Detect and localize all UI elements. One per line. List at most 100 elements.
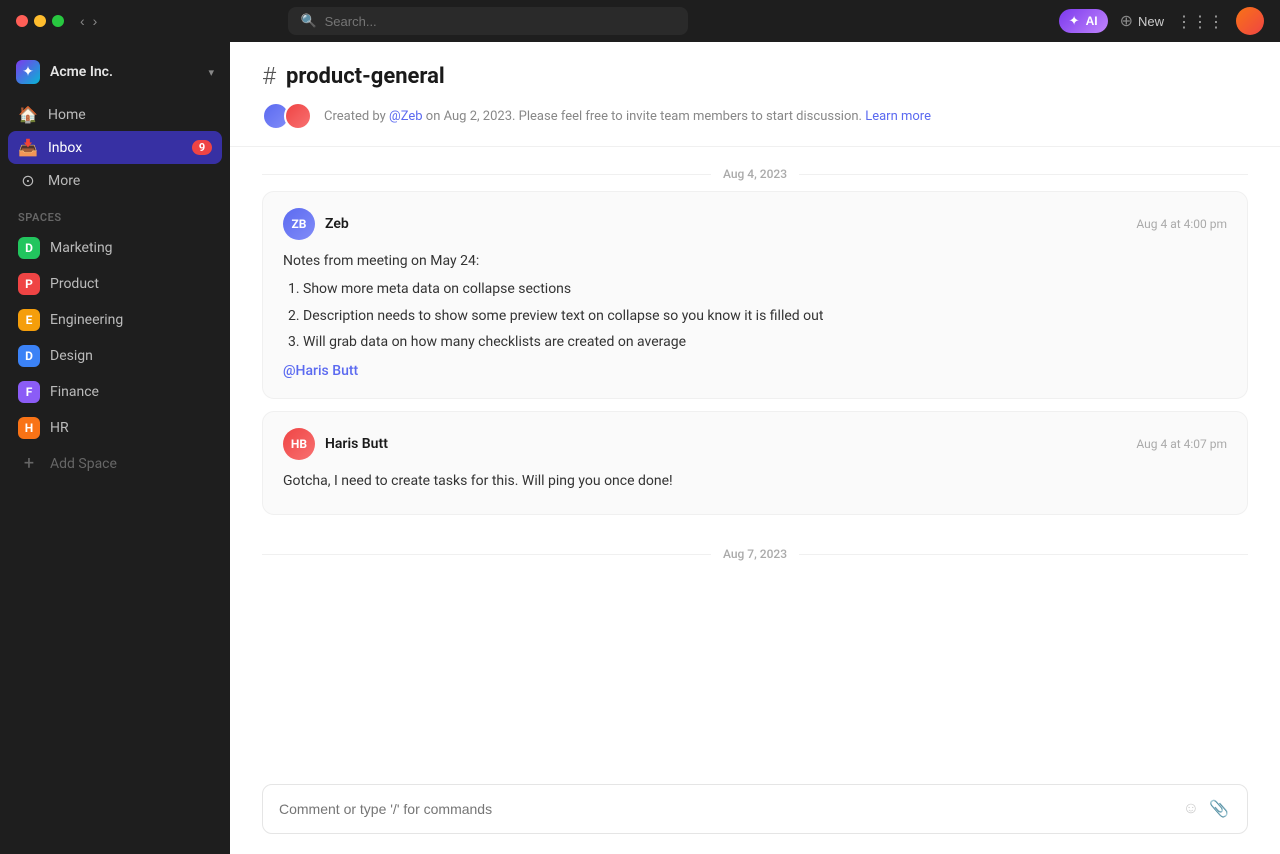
divider-line bbox=[262, 554, 711, 555]
message-card-zeb: ZB Zeb Aug 4 at 4:00 pm Notes from meeti… bbox=[262, 191, 1248, 399]
message-header: HB Haris Butt Aug 4 at 4:07 pm bbox=[283, 428, 1227, 460]
sidebar-item-more[interactable]: ⊙ More bbox=[8, 164, 222, 197]
message-intro: Notes from meeting on May 24: bbox=[283, 250, 1227, 272]
sidebar-item-inbox[interactable]: 📥 Inbox 9 bbox=[8, 131, 222, 164]
app-body: ✦ Acme Inc. ▾ 🏠 Home 📥 Inbox 9 ⊙ More Sp… bbox=[0, 42, 1280, 854]
plus-icon: + bbox=[18, 453, 40, 474]
space-badge-product: P bbox=[18, 273, 40, 295]
minimize-dot[interactable] bbox=[34, 15, 46, 27]
message-header: ZB Zeb Aug 4 at 4:00 pm bbox=[283, 208, 1227, 240]
titlebar: ‹ › 🔍 ✦ AI ⊕ New ⋮⋮⋮ bbox=[0, 0, 1280, 42]
hash-icon: # bbox=[262, 62, 276, 90]
user-avatar[interactable] bbox=[1236, 7, 1264, 35]
space-badge-hr: H bbox=[18, 417, 40, 439]
maximize-dot[interactable] bbox=[52, 15, 64, 27]
more-icon: ⊙ bbox=[18, 171, 38, 190]
sidebar-item-finance[interactable]: F Finance bbox=[8, 374, 222, 410]
sidebar-item-label: More bbox=[48, 173, 212, 189]
message-author: ZB Zeb bbox=[283, 208, 349, 240]
list-item: Will grab data on how many checklists ar… bbox=[303, 331, 1227, 353]
ai-button[interactable]: ✦ AI bbox=[1059, 9, 1108, 33]
titlebar-right: ✦ AI ⊕ New ⋮⋮⋮ bbox=[1059, 7, 1264, 35]
sidebar-item-label: Inbox bbox=[48, 140, 182, 156]
message-list: Show more meta data on collapse sections… bbox=[283, 278, 1227, 353]
space-label-finance: Finance bbox=[50, 384, 99, 400]
comment-input[interactable] bbox=[279, 801, 1171, 817]
date-label: Aug 4, 2023 bbox=[723, 167, 787, 181]
sidebar-item-hr[interactable]: H HR bbox=[8, 410, 222, 446]
description-mention[interactable]: @Zeb bbox=[389, 109, 423, 124]
workspace-header[interactable]: ✦ Acme Inc. ▾ bbox=[0, 54, 230, 98]
date-divider-aug4: Aug 4, 2023 bbox=[262, 147, 1248, 191]
space-label-product: Product bbox=[50, 276, 99, 292]
description-middle: on Aug 2, 2023. Please feel free to invi… bbox=[423, 109, 862, 124]
author-name: Zeb bbox=[325, 216, 349, 232]
chevron-down-icon: ▾ bbox=[208, 66, 214, 79]
member-avatars bbox=[262, 102, 312, 130]
comment-area: ☺ 📎 bbox=[230, 768, 1280, 854]
inbox-icon: 📥 bbox=[18, 138, 38, 157]
spaces-section-title: Spaces bbox=[0, 197, 230, 230]
message-time: Aug 4 at 4:07 pm bbox=[1136, 437, 1227, 451]
divider-line bbox=[799, 174, 1248, 175]
comment-input-box: ☺ 📎 bbox=[262, 784, 1248, 834]
channel-description: Created by @Zeb on Aug 2, 2023. Please f… bbox=[324, 109, 931, 124]
close-dot[interactable] bbox=[16, 15, 28, 27]
add-space-button[interactable]: + Add Space bbox=[8, 446, 222, 481]
channel-title-row: # product-general bbox=[262, 62, 1248, 90]
attach-button[interactable]: 📎 bbox=[1207, 797, 1231, 821]
space-label-engineering: Engineering bbox=[50, 312, 123, 328]
main-content: # product-general Created by @Zeb on Aug… bbox=[230, 42, 1280, 854]
search-bar[interactable]: 🔍 bbox=[288, 7, 688, 35]
description-prefix: Created by bbox=[324, 109, 389, 124]
plus-icon: ⊕ bbox=[1120, 11, 1133, 31]
emoji-button[interactable]: ☺ bbox=[1181, 798, 1201, 820]
sidebar-item-product[interactable]: P Product bbox=[8, 266, 222, 302]
search-icon: 🔍 bbox=[300, 14, 316, 29]
channel-members: Created by @Zeb on Aug 2, 2023. Please f… bbox=[262, 102, 1248, 130]
space-badge-finance: F bbox=[18, 381, 40, 403]
learn-more-link[interactable]: Learn more bbox=[865, 109, 931, 124]
new-button[interactable]: ⊕ New bbox=[1120, 11, 1164, 31]
sidebar-item-home[interactable]: 🏠 Home bbox=[8, 98, 222, 131]
spaces-list: D Marketing P Product E Engineering D De… bbox=[0, 230, 230, 446]
space-label-design: Design bbox=[50, 348, 93, 364]
sidebar-item-engineering[interactable]: E Engineering bbox=[8, 302, 222, 338]
logo-icon: ✦ bbox=[22, 64, 34, 80]
back-arrow[interactable]: ‹ bbox=[80, 13, 85, 29]
space-label-hr: HR bbox=[50, 420, 69, 436]
date-divider-aug7: Aug 7, 2023 bbox=[262, 527, 1248, 571]
comment-actions: ☺ 📎 bbox=[1181, 797, 1231, 821]
grid-icon[interactable]: ⋮⋮⋮ bbox=[1176, 12, 1224, 31]
space-badge-design: D bbox=[18, 345, 40, 367]
divider-line bbox=[262, 174, 711, 175]
message-mention[interactable]: @Haris Butt bbox=[283, 363, 358, 379]
message-time: Aug 4 at 4:00 pm bbox=[1136, 217, 1227, 231]
add-space-label: Add Space bbox=[50, 456, 117, 472]
workspace-logo: ✦ bbox=[16, 60, 40, 84]
ai-icon: ✦ bbox=[1069, 13, 1080, 29]
sidebar-item-label: Home bbox=[48, 107, 212, 123]
message-body-zeb: Notes from meeting on May 24: Show more … bbox=[283, 250, 1227, 382]
sidebar-item-design[interactable]: D Design bbox=[8, 338, 222, 374]
messages-area: Aug 4, 2023 ZB Zeb Aug 4 at 4:00 pm Note… bbox=[230, 147, 1280, 768]
sidebar-nav: 🏠 Home 📥 Inbox 9 ⊙ More bbox=[0, 98, 230, 197]
channel-header: # product-general Created by @Zeb on Aug… bbox=[230, 42, 1280, 147]
author-avatar-haris: HB bbox=[283, 428, 315, 460]
space-badge-engineering: E bbox=[18, 309, 40, 331]
sidebar-item-marketing[interactable]: D Marketing bbox=[8, 230, 222, 266]
search-input[interactable] bbox=[325, 14, 677, 29]
member-avatar-2 bbox=[284, 102, 312, 130]
home-icon: 🏠 bbox=[18, 105, 38, 124]
workspace-name: Acme Inc. bbox=[50, 64, 198, 80]
message-text: Gotcha, I need to create tasks for this.… bbox=[283, 470, 1227, 492]
author-name: Haris Butt bbox=[325, 436, 388, 452]
author-avatar-zeb: ZB bbox=[283, 208, 315, 240]
message-card-haris: HB Haris Butt Aug 4 at 4:07 pm Gotcha, I… bbox=[262, 411, 1248, 515]
forward-arrow[interactable]: › bbox=[93, 13, 98, 29]
list-item: Description needs to show some preview t… bbox=[303, 305, 1227, 327]
space-label-marketing: Marketing bbox=[50, 240, 113, 256]
inbox-badge: 9 bbox=[192, 140, 212, 155]
window-controls bbox=[16, 15, 64, 27]
message-author: HB Haris Butt bbox=[283, 428, 388, 460]
